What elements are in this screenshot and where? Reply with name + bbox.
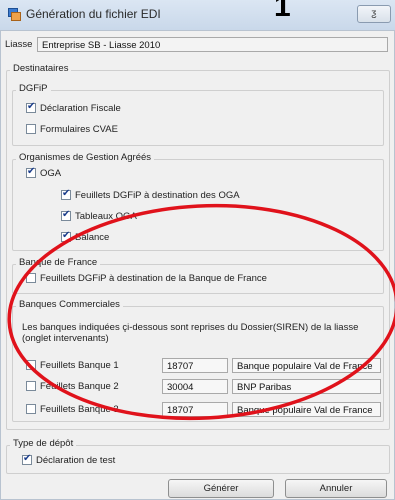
overlay-number: 1 — [274, 0, 291, 23]
close-button[interactable]: ƺ — [357, 5, 391, 23]
oga-title: Organismes de Gestion Agréés — [16, 152, 155, 163]
window-title: Génération du fichier EDI — [26, 7, 161, 21]
app-icon — [8, 8, 21, 21]
bank-row-1-code[interactable]: 18707 — [162, 358, 228, 373]
feuillets-oga-checkbox[interactable] — [61, 188, 71, 200]
title-bar: Génération du fichier EDI 1 ƺ — [0, 0, 395, 31]
banques-note: Les banques indiquées çi-dessous sont re… — [22, 322, 359, 344]
bank-row-3-checkbox[interactable] — [26, 404, 36, 414]
cancel-button[interactable]: Annuler — [285, 479, 387, 498]
bank-row-3-name[interactable]: Banque populaire Val de France — [232, 402, 381, 417]
generate-button[interactable]: Générer — [168, 479, 274, 498]
dgfip-group — [12, 90, 384, 146]
bank-row-2-label: Feuillets Banque 2 — [40, 381, 119, 392]
formulaires-cvae-label: Formulaires CVAE — [40, 124, 118, 135]
declaration-de-test-checkbox[interactable] — [22, 453, 32, 465]
feuillets-bdf-checkbox[interactable] — [26, 273, 36, 283]
bank-row-1-label: Feuillets Banque 1 — [40, 360, 119, 371]
type-de-depot-title: Type de dépôt — [10, 438, 77, 449]
oga-label: OGA — [40, 168, 62, 179]
balance-checkbox[interactable] — [61, 230, 71, 242]
bank-row-1-checkbox[interactable] — [26, 360, 36, 370]
banque-de-france-title: Banque de France — [16, 257, 101, 268]
bank-row-2-code[interactable]: 30004 — [162, 379, 228, 394]
declaration-fiscale-label: Déclaration Fiscale — [40, 103, 121, 114]
liasse-label: Liasse — [5, 39, 33, 50]
liasse-field[interactable]: Entreprise SB - Liasse 2010 — [37, 37, 388, 52]
oga-checkbox[interactable] — [26, 166, 36, 178]
bank-row-3-label: Feuillets Banque 3 — [40, 404, 119, 415]
bank-row-2-name[interactable]: BNP Paribas — [232, 379, 381, 394]
feuillets-oga-label: Feuillets DGFiP à destination des OGA — [75, 190, 240, 201]
formulaires-cvae-checkbox[interactable] — [26, 124, 36, 134]
declaration-fiscale-checkbox[interactable] — [26, 101, 36, 113]
dgfip-title: DGFiP — [16, 83, 51, 94]
bank-row-3-code[interactable]: 18707 — [162, 402, 228, 417]
declaration-de-test-label: Déclaration de test — [36, 455, 116, 466]
bank-row-1-name[interactable]: Banque populaire Val de France — [232, 358, 381, 373]
destinataires-title: Destinataires — [10, 63, 72, 74]
balance-label: Balance — [75, 232, 110, 243]
bank-row-2-checkbox[interactable] — [26, 381, 36, 391]
banques-commerciales-title: Banques Commerciales — [16, 299, 123, 310]
tableaux-oga-label: Tableaux OGA — [75, 211, 137, 222]
feuillets-bdf-label: Feuillets DGFiP à destination de la Banq… — [40, 273, 267, 284]
tableaux-oga-checkbox[interactable] — [61, 209, 71, 221]
